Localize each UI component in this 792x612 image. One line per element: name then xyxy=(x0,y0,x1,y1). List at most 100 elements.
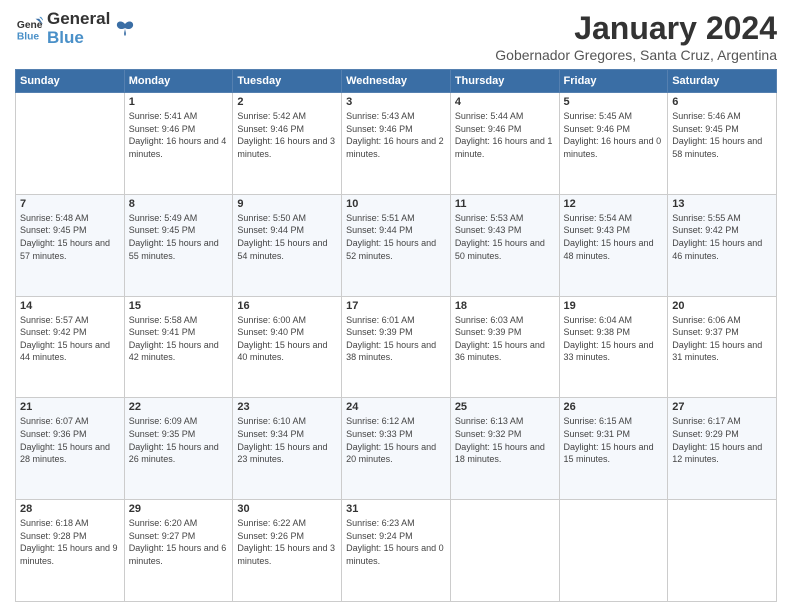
day-number: 21 xyxy=(20,401,120,413)
day-number: 27 xyxy=(672,401,772,413)
day-number: 19 xyxy=(564,300,664,312)
day-number: 22 xyxy=(129,401,229,413)
calendar-cell: 23 Sunrise: 6:10 AMSunset: 9:34 PMDayligh… xyxy=(233,398,342,500)
svg-text:General: General xyxy=(17,20,43,31)
calendar-week-row: 28 Sunrise: 6:18 AMSunset: 9:28 PMDayligh… xyxy=(16,500,777,602)
weekday-header-tuesday: Tuesday xyxy=(233,70,342,93)
calendar-cell: 7Sunrise: 5:48 AMSunset: 9:45 PMDaylight… xyxy=(16,194,125,296)
weekday-header-friday: Friday xyxy=(559,70,668,93)
page: General Blue General Blue January 2024 G… xyxy=(0,0,792,612)
logo-bird-icon xyxy=(114,18,136,40)
calendar-cell: 17 Sunrise: 6:01 AMSunset: 9:39 PMDayligh… xyxy=(342,296,451,398)
day-number: 29 xyxy=(129,503,229,515)
day-info: Sunrise: 5:53 AMSunset: 9:43 PMDaylight:… xyxy=(455,212,555,262)
calendar-cell xyxy=(559,500,668,602)
day-info: Sunrise: 6:10 AMSunset: 9:34 PMDaylight:… xyxy=(237,415,337,465)
day-number: 3 xyxy=(346,96,446,108)
month-title: January 2024 xyxy=(495,10,777,47)
day-info: Sunrise: 6:13 AMSunset: 9:32 PMDaylight:… xyxy=(455,415,555,465)
day-number: 4 xyxy=(455,96,555,108)
day-number: 14 xyxy=(20,300,120,312)
day-info: Sunrise: 5:41 AMSunset: 9:46 PMDaylight:… xyxy=(129,110,229,160)
logo: General Blue General Blue xyxy=(15,10,136,47)
day-number: 7 xyxy=(20,198,120,210)
day-number: 6 xyxy=(672,96,772,108)
day-info: Sunrise: 6:07 AMSunset: 9:36 PMDaylight:… xyxy=(20,415,120,465)
calendar-cell: 1 Sunrise: 5:41 AMSunset: 9:46 PMDaylight… xyxy=(124,93,233,195)
calendar-cell: 30 Sunrise: 6:22 AMSunset: 9:26 PMDayligh… xyxy=(233,500,342,602)
weekday-header-thursday: Thursday xyxy=(450,70,559,93)
day-info: Sunrise: 6:15 AMSunset: 9:31 PMDaylight:… xyxy=(564,415,664,465)
calendar-cell: 18 Sunrise: 6:03 AMSunset: 9:39 PMDayligh… xyxy=(450,296,559,398)
day-number: 2 xyxy=(237,96,337,108)
day-number: 8 xyxy=(129,198,229,210)
logo-blue: Blue xyxy=(47,29,110,48)
svg-text:Blue: Blue xyxy=(17,31,40,42)
location-subtitle: Gobernador Gregores, Santa Cruz, Argenti… xyxy=(495,47,777,63)
day-info: Sunrise: 5:55 AMSunset: 9:42 PMDaylight:… xyxy=(672,212,772,262)
calendar-week-row: 1 Sunrise: 5:41 AMSunset: 9:46 PMDaylight… xyxy=(16,93,777,195)
calendar-cell: 13 Sunrise: 5:55 AMSunset: 9:42 PMDayligh… xyxy=(668,194,777,296)
day-info: Sunrise: 5:49 AMSunset: 9:45 PMDaylight:… xyxy=(129,212,229,262)
day-info: Sunrise: 6:20 AMSunset: 9:27 PMDaylight:… xyxy=(129,517,229,567)
weekday-header-sunday: Sunday xyxy=(16,70,125,93)
weekday-header-saturday: Saturday xyxy=(668,70,777,93)
day-number: 10 xyxy=(346,198,446,210)
day-info: Sunrise: 6:00 AMSunset: 9:40 PMDaylight:… xyxy=(237,314,337,364)
day-info: Sunrise: 5:50 AMSunset: 9:44 PMDaylight:… xyxy=(237,212,337,262)
day-info: Sunrise: 6:23 AMSunset: 9:24 PMDaylight:… xyxy=(346,517,446,567)
day-info: Sunrise: 6:17 AMSunset: 9:29 PMDaylight:… xyxy=(672,415,772,465)
calendar-cell: 10Sunrise: 5:51 AMSunset: 9:44 PMDayligh… xyxy=(342,194,451,296)
calendar-cell: 2 Sunrise: 5:42 AMSunset: 9:46 PMDaylight… xyxy=(233,93,342,195)
day-number: 31 xyxy=(346,503,446,515)
day-number: 1 xyxy=(129,96,229,108)
calendar-cell: 5Sunrise: 5:45 AMSunset: 9:46 PMDaylight… xyxy=(559,93,668,195)
day-info: Sunrise: 5:44 AMSunset: 9:46 PMDaylight:… xyxy=(455,110,555,160)
calendar-cell xyxy=(16,93,125,195)
day-info: Sunrise: 5:42 AMSunset: 9:46 PMDaylight:… xyxy=(237,110,337,160)
calendar-week-row: 21 Sunrise: 6:07 AMSunset: 9:36 PMDayligh… xyxy=(16,398,777,500)
day-info: Sunrise: 6:09 AMSunset: 9:35 PMDaylight:… xyxy=(129,415,229,465)
day-info: Sunrise: 6:04 AMSunset: 9:38 PMDaylight:… xyxy=(564,314,664,364)
day-number: 5 xyxy=(564,96,664,108)
day-number: 20 xyxy=(672,300,772,312)
logo-icon: General Blue xyxy=(15,15,43,43)
day-number: 13 xyxy=(672,198,772,210)
calendar-cell: 15 Sunrise: 5:58 AMSunset: 9:41 PMDayligh… xyxy=(124,296,233,398)
day-number: 28 xyxy=(20,503,120,515)
calendar-cell: 3 Sunrise: 5:43 AMSunset: 9:46 PMDaylight… xyxy=(342,93,451,195)
day-info: Sunrise: 6:18 AMSunset: 9:28 PMDaylight:… xyxy=(20,517,120,567)
day-info: Sunrise: 6:22 AMSunset: 9:26 PMDaylight:… xyxy=(237,517,337,567)
day-number: 12 xyxy=(564,198,664,210)
day-number: 15 xyxy=(129,300,229,312)
calendar-week-row: 7Sunrise: 5:48 AMSunset: 9:45 PMDaylight… xyxy=(16,194,777,296)
day-number: 26 xyxy=(564,401,664,413)
calendar-cell: 9Sunrise: 5:50 AMSunset: 9:44 PMDaylight… xyxy=(233,194,342,296)
title-block: January 2024 Gobernador Gregores, Santa … xyxy=(495,10,777,63)
day-number: 17 xyxy=(346,300,446,312)
day-info: Sunrise: 6:03 AMSunset: 9:39 PMDaylight:… xyxy=(455,314,555,364)
day-number: 25 xyxy=(455,401,555,413)
weekday-header-monday: Monday xyxy=(124,70,233,93)
calendar-week-row: 14 Sunrise: 5:57 AMSunset: 9:42 PMDayligh… xyxy=(16,296,777,398)
calendar-cell: 31 Sunrise: 6:23 AMSunset: 9:24 PMDayligh… xyxy=(342,500,451,602)
calendar-cell: 24Sunrise: 6:12 AMSunset: 9:33 PMDayligh… xyxy=(342,398,451,500)
calendar-body: 1 Sunrise: 5:41 AMSunset: 9:46 PMDaylight… xyxy=(16,93,777,602)
day-number: 23 xyxy=(237,401,337,413)
calendar-table: SundayMondayTuesdayWednesdayThursdayFrid… xyxy=(15,69,777,602)
day-info: Sunrise: 6:01 AMSunset: 9:39 PMDaylight:… xyxy=(346,314,446,364)
day-info: Sunrise: 5:58 AMSunset: 9:41 PMDaylight:… xyxy=(129,314,229,364)
day-number: 24 xyxy=(346,401,446,413)
calendar-cell: 25 Sunrise: 6:13 AMSunset: 9:32 PMDayligh… xyxy=(450,398,559,500)
calendar-cell: 16Sunrise: 6:00 AMSunset: 9:40 PMDayligh… xyxy=(233,296,342,398)
calendar-cell xyxy=(450,500,559,602)
day-info: Sunrise: 5:57 AMSunset: 9:42 PMDaylight:… xyxy=(20,314,120,364)
calendar-cell: 14 Sunrise: 5:57 AMSunset: 9:42 PMDayligh… xyxy=(16,296,125,398)
day-number: 30 xyxy=(237,503,337,515)
day-info: Sunrise: 5:43 AMSunset: 9:46 PMDaylight:… xyxy=(346,110,446,160)
calendar-cell: 28 Sunrise: 6:18 AMSunset: 9:28 PMDayligh… xyxy=(16,500,125,602)
calendar-cell: 22 Sunrise: 6:09 AMSunset: 9:35 PMDayligh… xyxy=(124,398,233,500)
day-info: Sunrise: 5:54 AMSunset: 9:43 PMDaylight:… xyxy=(564,212,664,262)
day-number: 18 xyxy=(455,300,555,312)
calendar-cell: 6Sunrise: 5:46 AMSunset: 9:45 PMDaylight… xyxy=(668,93,777,195)
